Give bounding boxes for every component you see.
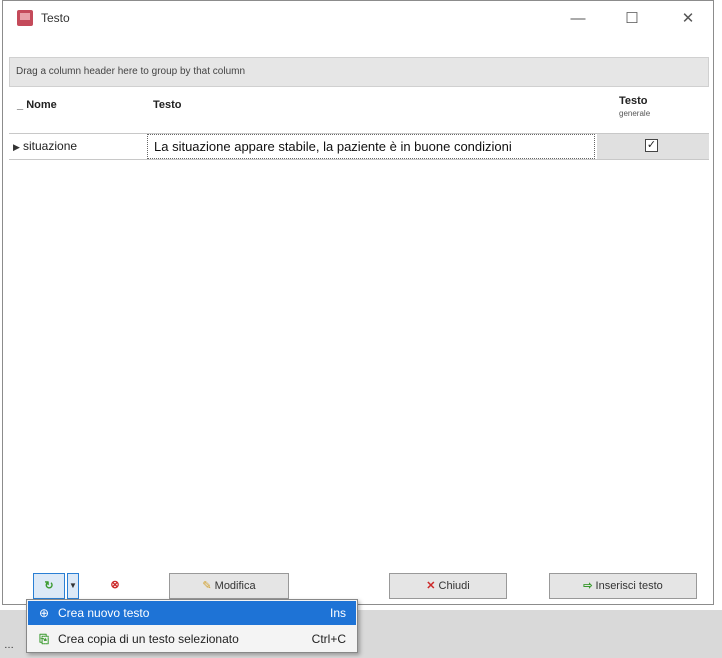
delete-icon: ⊗ — [110, 579, 120, 591]
copy-icon: ⎘ — [39, 632, 49, 646]
menu-shortcut: Ctrl+C — [311, 632, 346, 646]
window-title: Testo — [41, 11, 70, 25]
status-fragment: … — [4, 640, 14, 651]
app-icon — [17, 10, 33, 26]
new-document-icon: ↻ — [44, 580, 54, 592]
close-button[interactable]: ✕ — [673, 7, 703, 31]
new-dropdown-button[interactable]: ▼ — [67, 573, 79, 599]
insert-icon: ⇨ — [583, 580, 593, 592]
delete-button[interactable]: ⊗ — [97, 573, 133, 599]
edit-icon: ✎ — [202, 580, 212, 592]
new-document-icon: ⊕ — [38, 606, 50, 620]
new-button[interactable]: ↻ — [33, 573, 65, 599]
new-dropdown-menu: ⊕ Crea nuovo testo Ins ⎘ Crea copia di u… — [26, 599, 358, 653]
table-row[interactable]: ▶ situazione La situazione appare stabil… — [9, 133, 709, 160]
inserisci-testo-button[interactable]: ⇨ Inserisci testo — [549, 573, 697, 599]
column-header-nome[interactable]: _ Nome — [17, 99, 57, 111]
chiudi-button[interactable]: ✕ Chiudi — [389, 573, 507, 599]
column-header-testo[interactable]: Testo — [153, 99, 182, 111]
grid-header: _ Nome Testo Testo generale — [9, 87, 709, 131]
modifica-button[interactable]: ✎ Modifica — [169, 573, 289, 599]
cell-nome[interactable]: situazione — [23, 139, 77, 153]
cell-generale[interactable]: ✓ — [597, 134, 709, 159]
generale-checkbox[interactable]: ✓ — [645, 139, 658, 152]
maximize-button[interactable]: ☐ — [617, 7, 647, 31]
testo-window: Testo — ☐ ✕ Drag a column header here to… — [2, 0, 714, 605]
menu-shortcut: Ins — [329, 606, 346, 620]
column-subheader: generale — [619, 109, 651, 118]
menu-item-crea-nuovo[interactable]: ⊕ Crea nuovo testo Ins — [28, 601, 356, 625]
cell-testo[interactable]: La situazione appare stabile, la pazient… — [147, 134, 595, 159]
title-bar[interactable]: Testo — ☐ ✕ — [3, 1, 713, 41]
group-panel[interactable]: Drag a column header here to group by th… — [9, 57, 709, 87]
minimize-button[interactable]: — — [563, 7, 593, 31]
group-hint: Drag a column header here to group by th… — [16, 66, 246, 77]
row-indicator-icon: ▶ — [13, 142, 20, 152]
close-x-icon: ✕ — [426, 580, 436, 592]
sort-icon: _ — [17, 99, 27, 111]
menu-item-crea-copia[interactable]: ⎘ Crea copia di un testo selezionato Ctr… — [28, 627, 356, 651]
column-header-testo-generale[interactable]: Testo generale — [619, 95, 650, 118]
